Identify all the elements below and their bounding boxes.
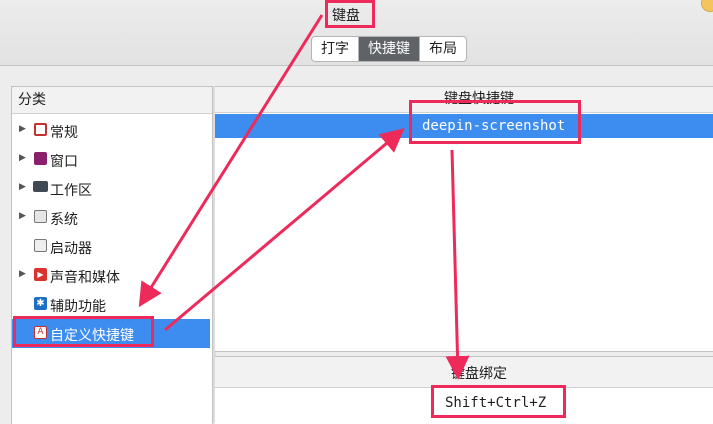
arrow-shortcut-to-binding <box>445 149 470 380</box>
annotation-arrows <box>138 14 470 380</box>
arrow-category-to-shortcut <box>164 128 405 332</box>
arrow-title-to-category <box>138 14 324 308</box>
